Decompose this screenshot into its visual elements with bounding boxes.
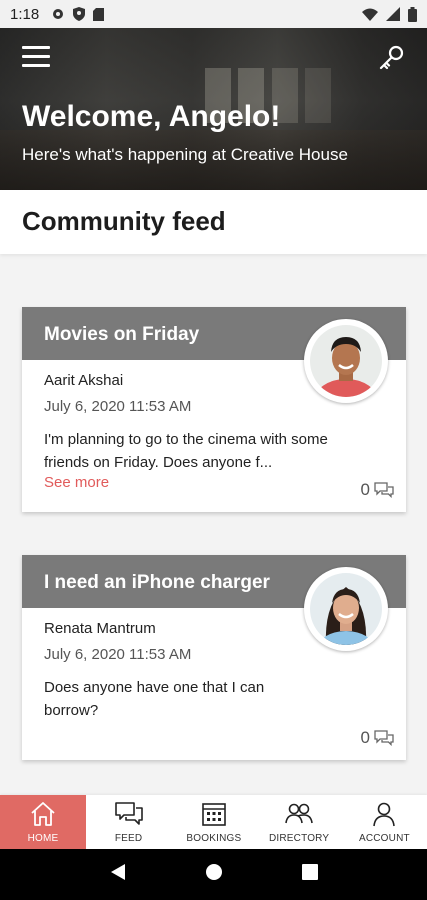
home-icon (31, 802, 55, 826)
welcome-title: Welcome, Angelo! (22, 100, 281, 133)
comment-count[interactable]: 0 (361, 480, 394, 500)
chat-icon (114, 802, 143, 825)
shield-icon (73, 7, 86, 21)
user-photo-icon (310, 325, 382, 397)
section-header: Community feed (0, 190, 427, 254)
signal-icon (386, 7, 400, 21)
nav-directory[interactable]: DIRECTORY (257, 795, 342, 849)
gear-icon (53, 9, 64, 19)
bottom-nav: HOME FEED BOOKINGS DIRECTORY ACCOUNT (0, 795, 427, 849)
hero-banner: Welcome, Angelo! Here's what's happening… (0, 28, 427, 190)
comment-count-value: 0 (360, 728, 370, 747)
comment-icon (374, 730, 394, 746)
recents-button[interactable] (301, 864, 318, 885)
nav-label: ACCOUNT (358, 833, 410, 844)
comment-count[interactable]: 0 (361, 728, 394, 748)
comment-icon (374, 482, 394, 498)
nav-home[interactable]: HOME (0, 795, 86, 849)
system-nav-bar (0, 849, 427, 900)
nav-label: HOME (27, 833, 59, 844)
status-bar: 1:18 (0, 0, 427, 28)
welcome-subtitle: Here's what's happening at Creative Hous… (22, 145, 348, 164)
post-text: I'm planning to go to the cinema with so… (44, 431, 328, 471)
nav-label: FEED (114, 833, 143, 844)
post-text: Does anyone have one that I can borrow? (44, 679, 265, 719)
sd-card-icon (93, 7, 105, 21)
nav-feed[interactable]: FEED (86, 795, 171, 849)
menu-icon[interactable] (22, 46, 50, 70)
post-card[interactable]: I need an iPhone charger Renata Mantrum … (22, 555, 406, 760)
see-more-link[interactable]: See more (44, 474, 109, 491)
user-photo-icon (310, 573, 382, 645)
avatar (304, 319, 388, 403)
comment-count-value: 0 (360, 480, 370, 499)
people-icon (285, 803, 313, 824)
back-icon (110, 864, 125, 880)
nav-account[interactable]: ACCOUNT (342, 795, 427, 849)
home-circle-icon (205, 864, 222, 880)
person-icon (373, 802, 396, 827)
nav-label: BOOKINGS (186, 833, 242, 844)
section-title: Community feed (22, 206, 226, 236)
back-button[interactable] (110, 863, 126, 886)
nav-label: DIRECTORY (268, 833, 330, 844)
recents-icon (301, 864, 318, 880)
calendar-icon (202, 803, 226, 826)
avatar (304, 567, 388, 651)
background-window (305, 68, 331, 123)
status-time: 1:18 (10, 5, 40, 23)
key-icon[interactable] (377, 44, 405, 72)
nav-bookings[interactable]: BOOKINGS (171, 795, 256, 849)
post-card[interactable]: Movies on Friday Aarit Akshai July 6, 20… (22, 307, 406, 512)
home-button[interactable] (205, 863, 223, 886)
battery-icon (408, 6, 417, 22)
wifi-icon (362, 8, 378, 21)
